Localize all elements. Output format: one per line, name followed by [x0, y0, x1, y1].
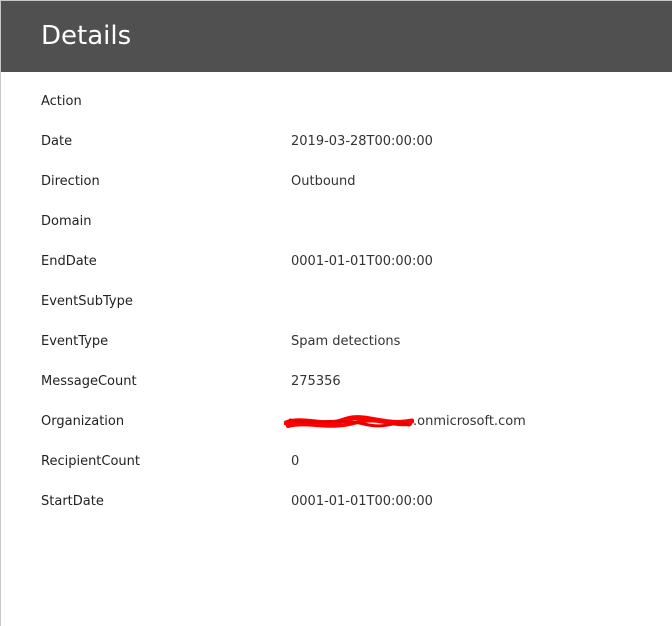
field-label: EventType [41, 334, 109, 349]
field-label: Domain [41, 214, 92, 229]
field-label: Organization [41, 414, 125, 429]
detail-row-recipientcount: RecipientCount 0 [1, 444, 672, 484]
field-value: Outbound [291, 174, 356, 189]
field-value: .onmicrosoft.com [413, 414, 526, 429]
detail-row-eventtype: EventType Spam detections [1, 324, 672, 364]
field-label: RecipientCount [41, 454, 141, 469]
detail-row-domain: Domain [1, 204, 672, 244]
detail-row-enddate: EndDate 0001-01-01T00:00:00 [1, 244, 672, 284]
redaction-scribble [284, 415, 414, 428]
field-value: 0001-01-01T00:00:00 [291, 254, 433, 269]
field-value: Spam detections [291, 334, 401, 349]
detail-row-startdate: StartDate 0001-01-01T00:00:00 [1, 484, 672, 524]
field-label: EventSubType [41, 294, 133, 309]
detail-row-date: Date 2019-03-28T00:00:00 [1, 124, 672, 164]
field-value: 0001-01-01T00:00:00 [291, 494, 433, 509]
field-label: MessageCount [41, 374, 137, 389]
panel-header: Details [1, 1, 672, 72]
detail-row-direction: Direction Outbound [1, 164, 672, 204]
details-list: Action Date 2019-03-28T00:00:00 Directio… [1, 84, 672, 524]
field-value: 0 [291, 454, 300, 469]
detail-row-action: Action [1, 84, 672, 124]
field-label: Date [41, 134, 73, 149]
details-panel: Details Action Date 2019-03-28T00:00:00 … [0, 0, 672, 626]
field-value: 275356 [291, 374, 341, 389]
field-label: StartDate [41, 494, 104, 509]
detail-row-eventsubtype: EventSubType [1, 284, 672, 324]
field-label: Action [41, 94, 82, 109]
panel-title: Details [41, 21, 132, 51]
field-value: 2019-03-28T00:00:00 [291, 134, 433, 149]
field-label: Direction [41, 174, 100, 189]
detail-row-messagecount: MessageCount 275356 [1, 364, 672, 404]
detail-row-organization: Organization .onmicrosoft.com [1, 404, 672, 444]
field-label: EndDate [41, 254, 97, 269]
